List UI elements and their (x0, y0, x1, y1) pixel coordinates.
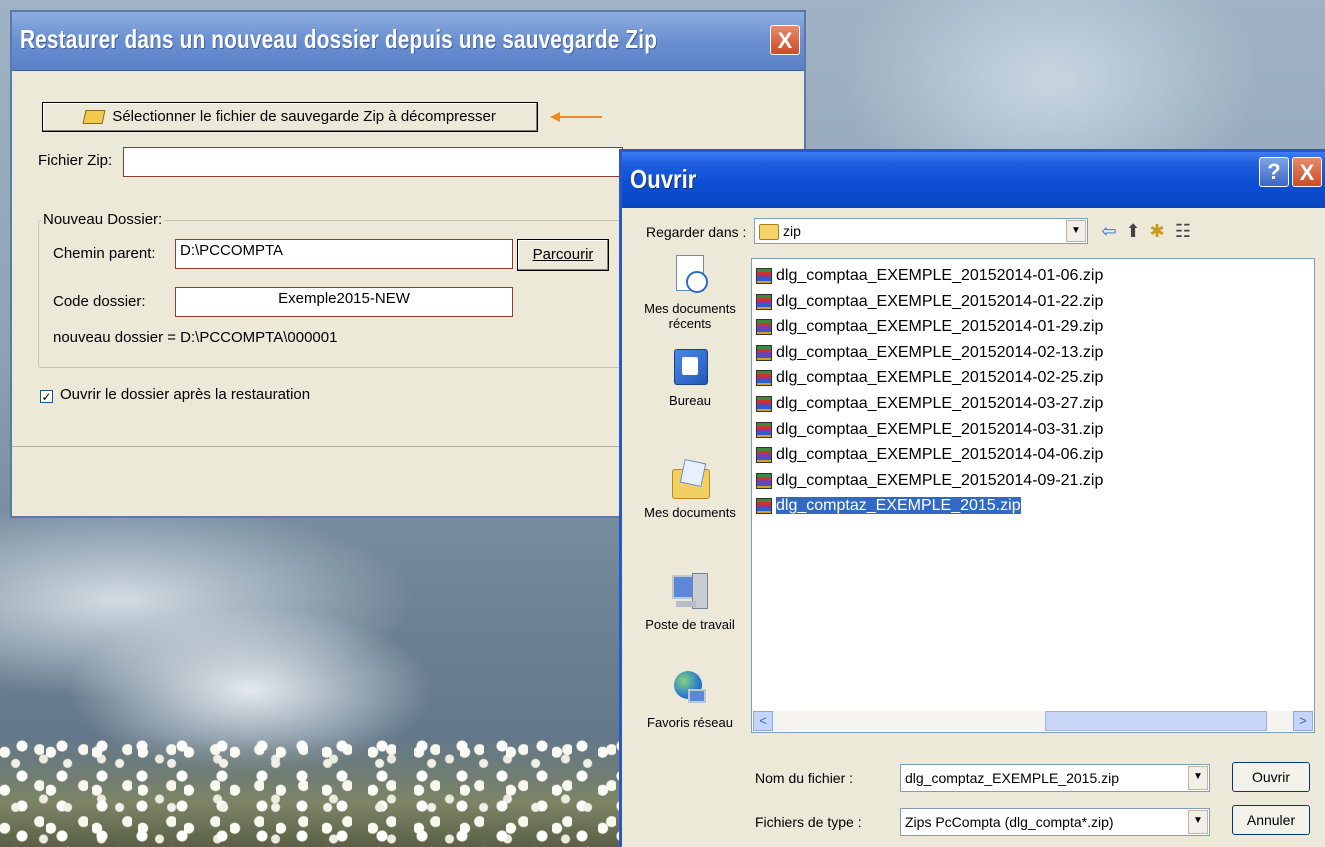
file-name: dlg_comptaa_EXEMPLE_20152014-02-25.zip (776, 369, 1104, 387)
file-list[interactable]: dlg_comptaa_EXEMPLE_20152014-01-06.zipdl… (751, 258, 1315, 733)
chevron-down-icon[interactable]: ▼ (1188, 766, 1208, 790)
file-name: dlg_comptaa_EXEMPLE_20152014-02-13.zip (776, 343, 1104, 361)
file-name: dlg_comptaa_EXEMPLE_20152014-09-21.zip (776, 471, 1104, 489)
my-computer-icon (670, 571, 710, 611)
scroll-right-icon[interactable]: > (1293, 711, 1313, 731)
place-label: Poste de travail (645, 617, 735, 632)
zip-file-icon (756, 396, 772, 412)
my-documents-icon (670, 458, 710, 499)
select-zip-button-label: Sélectionner le fichier de sauvegarde Zi… (112, 108, 496, 125)
place-network[interactable]: Favoris réseau (636, 669, 744, 730)
help-icon[interactable]: ? (1259, 157, 1289, 187)
place-label: Favoris réseau (647, 715, 733, 730)
zip-file-icon (756, 498, 772, 515)
folder-icon (759, 224, 779, 240)
folder-code-label: Code dossier: (53, 293, 146, 310)
scroll-left-icon[interactable]: < (753, 711, 773, 731)
look-in-combo[interactable]: zip ▼ (754, 218, 1088, 244)
file-name: dlg_comptaa_EXEMPLE_20152014-01-22.zip (776, 292, 1104, 310)
file-name: dlg_comptaa_EXEMPLE_20152014-01-06.zip (776, 267, 1104, 284)
file-list-item[interactable]: dlg_comptaa_EXEMPLE_20152014-09-21.zip (754, 470, 1103, 492)
restore-dialog-title: Restaurer dans un nouveau dossier depuis… (20, 24, 658, 54)
zip-file-icon (756, 293, 772, 310)
open-file-dialog: Ouvrir ? X Regarder dans : zip ▼ ⇦ ⬆ ✱ ☷… (619, 149, 1325, 847)
place-label: Mes documents (644, 505, 736, 520)
new-folder-icon[interactable]: ✱ (1146, 220, 1168, 242)
place-my-computer[interactable]: Poste de travail (636, 571, 744, 632)
back-icon[interactable]: ⇦ (1098, 220, 1120, 242)
file-list-item[interactable]: dlg_comptaa_EXEMPLE_20152014-03-31.zip (754, 419, 1103, 441)
parent-path-input[interactable]: D:\PCCOMPTA (175, 239, 513, 269)
zip-file-icon (756, 370, 772, 387)
zip-file-icon (756, 472, 772, 489)
file-list-item[interactable]: dlg_comptaa_EXEMPLE_20152014-04-06.zip (754, 444, 1103, 466)
filetype-combo[interactable]: Zips PcCompta (dlg_compta*.zip) ▼ (900, 808, 1210, 836)
place-recent-documents[interactable]: Mes documents récents (636, 255, 744, 331)
zip-file-icon (756, 319, 772, 336)
filename-combo[interactable]: dlg_comptaz_EXEMPLE_2015.zip ▼ (900, 764, 1210, 792)
up-folder-icon[interactable]: ⬆ (1122, 220, 1144, 242)
file-name: dlg_comptaa_EXEMPLE_20152014-04-06.zip (776, 446, 1104, 464)
file-name: dlg_comptaz_EXEMPLE_2015.zip (775, 496, 1022, 516)
new-folder-path-text: nouveau dossier = D:\PCCOMPTA\000001 (53, 329, 338, 346)
filename-label: Nom du fichier : (755, 770, 854, 786)
parent-path-label: Chemin parent: (53, 245, 156, 262)
chevron-down-icon[interactable]: ▼ (1188, 810, 1208, 834)
file-list-item[interactable]: dlg_comptaa_EXEMPLE_20152014-02-25.zip (754, 367, 1103, 389)
file-list-item[interactable]: dlg_comptaa_EXEMPLE_20152014-02-13.zip (754, 342, 1103, 364)
file-list-item[interactable]: dlg_comptaz_EXEMPLE_2015.zip (754, 495, 1022, 517)
select-zip-button[interactable]: Sélectionner le fichier de sauvegarde Zi… (42, 102, 538, 132)
file-list-item[interactable]: dlg_comptaa_EXEMPLE_20152014-01-29.zip (754, 316, 1103, 338)
file-list-item[interactable]: dlg_comptaa_EXEMPLE_20152014-01-22.zip (754, 291, 1103, 313)
place-my-documents[interactable]: Mes documents (636, 458, 744, 520)
chevron-down-icon[interactable]: ▼ (1066, 220, 1086, 242)
open-dialog-titlebar[interactable]: Ouvrir ? X (622, 152, 1325, 208)
filetype-value: Zips PcCompta (dlg_compta*.zip) (905, 814, 1114, 830)
open-dialog-title: Ouvrir (630, 164, 697, 194)
filename-value: dlg_comptaz_EXEMPLE_2015.zip (905, 770, 1120, 786)
place-label: Bureau (669, 393, 711, 408)
zip-file-input[interactable] (123, 147, 623, 177)
zip-file-icon (756, 421, 772, 438)
new-folder-group: Nouveau Dossier: Chemin parent: D:\PCCOM… (38, 211, 628, 368)
scrollbar-thumb[interactable] (1045, 711, 1267, 731)
folder-open-icon (82, 110, 106, 125)
desktop-icon (670, 347, 710, 387)
place-desktop[interactable]: Bureau (636, 347, 744, 408)
horizontal-scrollbar[interactable]: < > (753, 711, 1313, 731)
cancel-button[interactable]: Annuler (1232, 805, 1310, 835)
arrow-pointer-icon (550, 112, 602, 122)
folder-code-input[interactable]: Exemple2015-NEW (175, 287, 513, 317)
recent-documents-icon (670, 255, 710, 295)
zip-file-icon (756, 268, 772, 284)
zip-file-icon (756, 447, 772, 464)
open-after-label: Ouvrir le dossier après la restauration (60, 386, 311, 403)
file-name: dlg_comptaa_EXEMPLE_20152014-03-27.zip (776, 395, 1104, 412)
place-label: Mes documents récents (644, 301, 736, 331)
file-list-item[interactable]: dlg_comptaa_EXEMPLE_20152014-03-27.zip (754, 393, 1103, 415)
file-list-item[interactable]: dlg_comptaa_EXEMPLE_20152014-01-06.zip (754, 265, 1103, 287)
file-name: dlg_comptaa_EXEMPLE_20152014-01-29.zip (776, 318, 1104, 336)
zip-file-icon (756, 344, 772, 361)
restore-dialog-titlebar[interactable]: Restaurer dans un nouveau dossier depuis… (12, 12, 804, 71)
look-in-value: zip (783, 223, 801, 239)
open-button[interactable]: Ouvrir (1232, 762, 1310, 792)
open-after-checkbox[interactable]: ✓ (40, 390, 53, 403)
view-menu-icon[interactable]: ☷ (1172, 220, 1194, 242)
blossom-tree-image (0, 737, 640, 847)
close-icon[interactable]: X (770, 25, 800, 55)
new-folder-group-title: Nouveau Dossier: (41, 211, 165, 228)
file-name: dlg_comptaa_EXEMPLE_20152014-03-31.zip (776, 420, 1104, 438)
look-in-label: Regarder dans : (646, 224, 747, 240)
close-icon[interactable]: X (1292, 157, 1322, 187)
network-places-icon (670, 669, 710, 709)
browse-button[interactable]: Parcourir (517, 239, 609, 271)
zip-file-label: Fichier Zip: (38, 152, 113, 169)
places-bar: Mes documents récents Bureau Mes documen… (636, 255, 744, 845)
filetype-label: Fichiers de type : (755, 814, 862, 830)
